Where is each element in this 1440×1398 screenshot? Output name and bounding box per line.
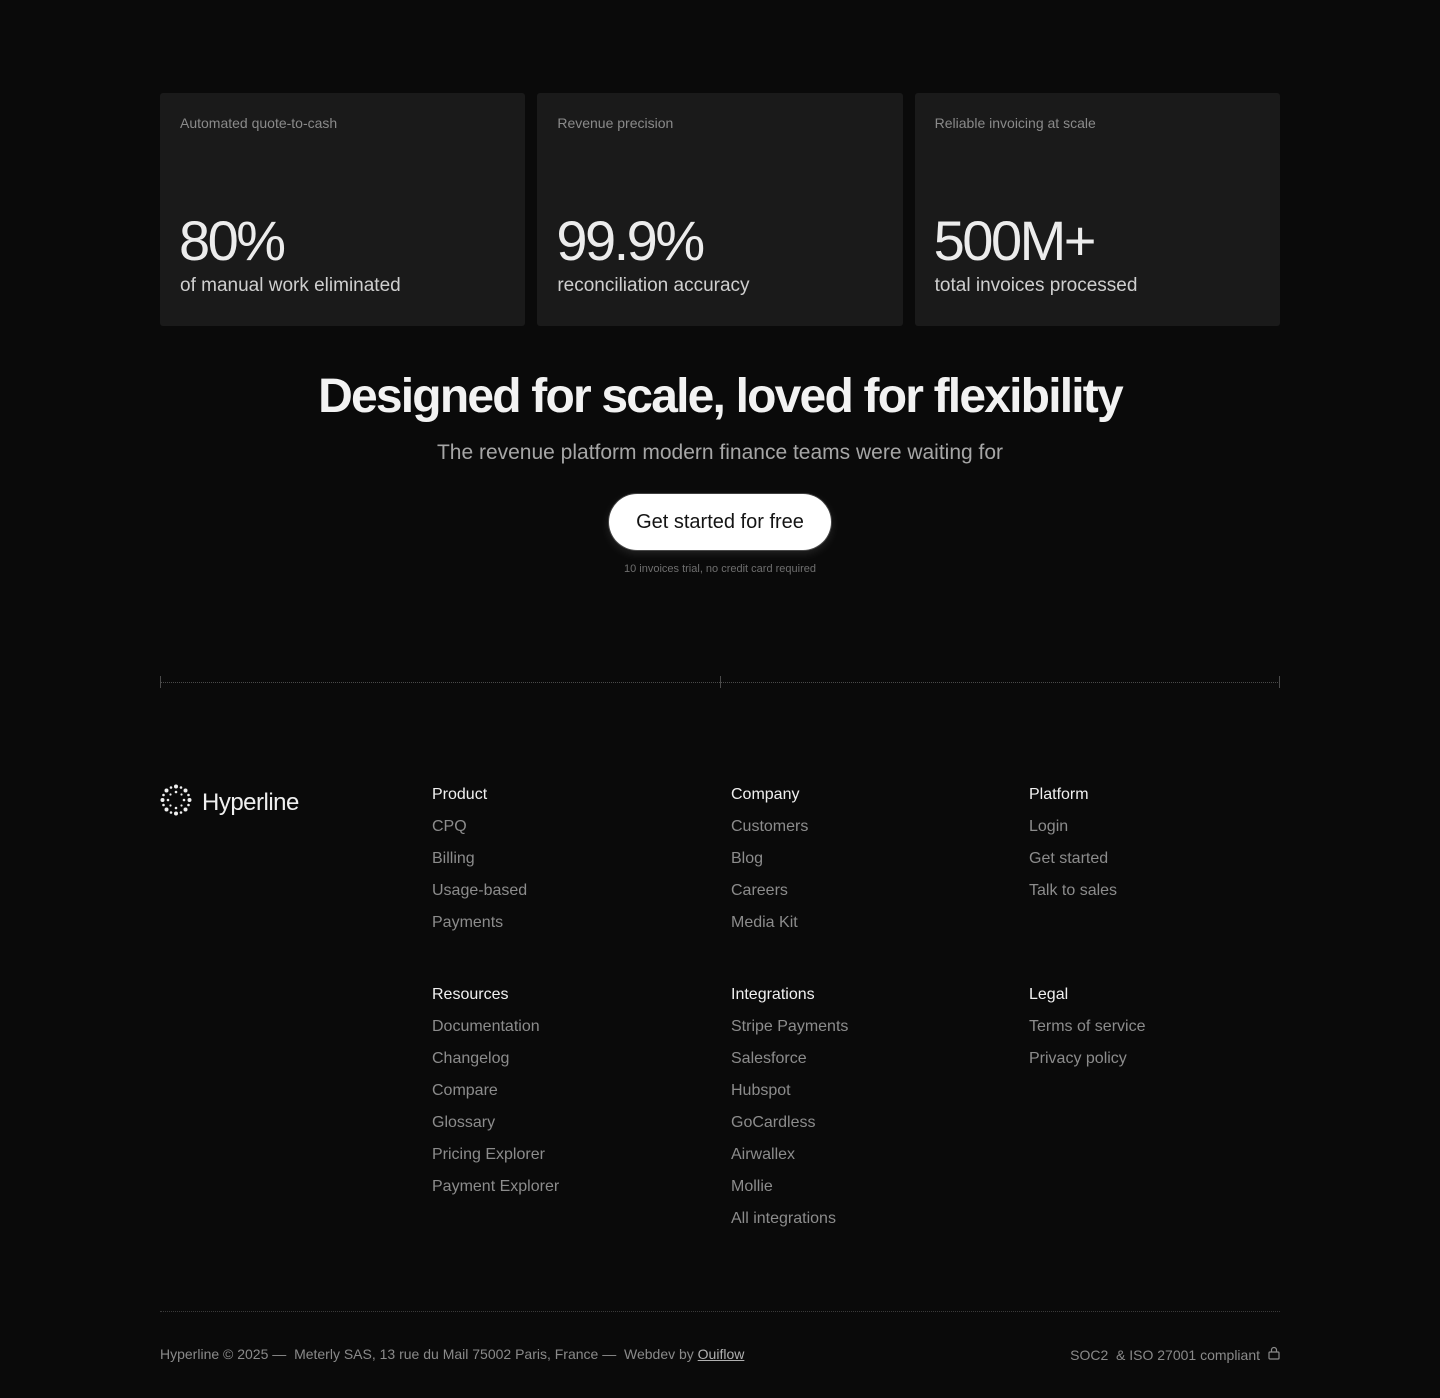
cta-section-title: Designed for scale, loved for flexibilit… [318,370,1124,423]
footer-link-airwallex[interactable]: Airwallex [731,1145,848,1177]
divider-tick [160,676,161,688]
stat-value: 99.9% [556,209,705,272]
compliance-text: SOC2 & ISO 27001 compliant [1070,1346,1260,1363]
brand-name: Hyperline [202,788,299,816]
footer-link-terms-of-service[interactable]: Terms of service [1029,1017,1145,1049]
stat-description: reconciliation accuracy [557,275,750,296]
footer-heading: Product [432,786,488,803]
footer-link-mollie[interactable]: Mollie [731,1177,848,1209]
footer-heading: Legal [1029,986,1069,1003]
footer-heading: Platform [1029,786,1089,803]
get-started-button[interactable]: Get started for free [609,494,831,550]
divider-tick [1279,676,1280,688]
compliance-badge: SOC2 & ISO 27001 compliant [1070,1346,1280,1363]
stat-value: 80% [179,209,286,272]
footer-link-careers[interactable]: Careers [731,881,808,913]
webdev-link[interactable]: Ouiflow [698,1346,745,1362]
footer-logo-link[interactable]: Hyperline [160,784,299,821]
stat-card-invoices: Reliable invoicing at scale 500M+ total … [914,93,1280,326]
footer-link-talk-to-sales[interactable]: Talk to sales [1029,881,1117,913]
footer-link-media-kit[interactable]: Media Kit [731,913,808,945]
stat-caption: Reliable invoicing at scale [934,115,1096,131]
footer-heading: Resources [432,986,509,1003]
footer-column-product: Product CPQ Billing Usage-based Payments [432,785,527,945]
footer-link-payment-explorer[interactable]: Payment Explorer [432,1177,559,1209]
footer-legal-line: Hyperline © 2025 — Meterly SAS, 13 rue d… [160,1346,744,1362]
footer-link-privacy-policy[interactable]: Privacy policy [1029,1049,1145,1081]
footer-column-resources: Resources Documentation Changelog Compar… [432,985,559,1209]
footer-link-stripe-payments[interactable]: Stripe Payments [731,1017,848,1049]
footer-column-integrations: Integrations Stripe Payments Salesforce … [731,985,848,1241]
footer-divider [160,1311,1280,1312]
divider-tick [720,676,721,688]
footer-link-compare[interactable]: Compare [432,1081,559,1113]
section-divider [160,676,1280,688]
footer-link-gocardless[interactable]: GoCardless [731,1113,848,1145]
footer-link-hubspot[interactable]: Hubspot [731,1081,848,1113]
stat-card-manual-work: Automated quote-to-cash 80% of manual wo… [160,93,526,326]
lock-icon [1268,1346,1280,1363]
footer-column-company: Company Customers Blog Careers Media Kit [731,785,808,945]
stat-caption: Automated quote-to-cash [180,115,338,131]
cta-section-subtitle: The revenue platform modern finance team… [436,441,1004,464]
stat-card-revenue-precision: Revenue precision 99.9% reconciliation a… [537,93,903,326]
footer-link-glossary[interactable]: Glossary [432,1113,559,1145]
stats-row: Automated quote-to-cash 80% of manual wo… [160,93,1280,326]
footer-link-salesforce[interactable]: Salesforce [731,1049,848,1081]
footer-column-legal: Legal Terms of service Privacy policy [1029,985,1145,1081]
footer-heading: Company [731,786,800,803]
footer-link-documentation[interactable]: Documentation [432,1017,559,1049]
footer-link-pricing-explorer[interactable]: Pricing Explorer [432,1145,559,1177]
company-address: Meterly SAS, 13 rue du Mail 75002 Paris,… [294,1346,617,1362]
stat-description: of manual work eliminated [180,275,401,296]
webdev-prefix: Webdev by [624,1346,694,1362]
footer-column-platform: Platform Login Get started Talk to sales [1029,785,1117,913]
footer-link-cpq[interactable]: CPQ [432,817,527,849]
hyperline-logo-icon [160,784,192,821]
footer-link-get-started[interactable]: Get started [1029,849,1117,881]
copyright-text: Hyperline © 2025 — [160,1346,287,1362]
footer-link-payments[interactable]: Payments [432,913,527,945]
footer-link-login[interactable]: Login [1029,817,1117,849]
footer-link-all-integrations[interactable]: All integrations [731,1209,848,1241]
stat-value: 500M+ [933,209,1097,272]
footer-heading: Integrations [731,986,815,1003]
stat-description: total invoices processed [934,275,1138,296]
cta-note: 10 invoices trial, no credit card requir… [624,563,816,575]
footer-link-changelog[interactable]: Changelog [432,1049,559,1081]
footer-link-blog[interactable]: Blog [731,849,808,881]
stat-caption: Revenue precision [557,115,674,131]
footer-link-usage-based[interactable]: Usage-based [432,881,527,913]
footer-link-customers[interactable]: Customers [731,817,808,849]
footer-link-billing[interactable]: Billing [432,849,527,881]
